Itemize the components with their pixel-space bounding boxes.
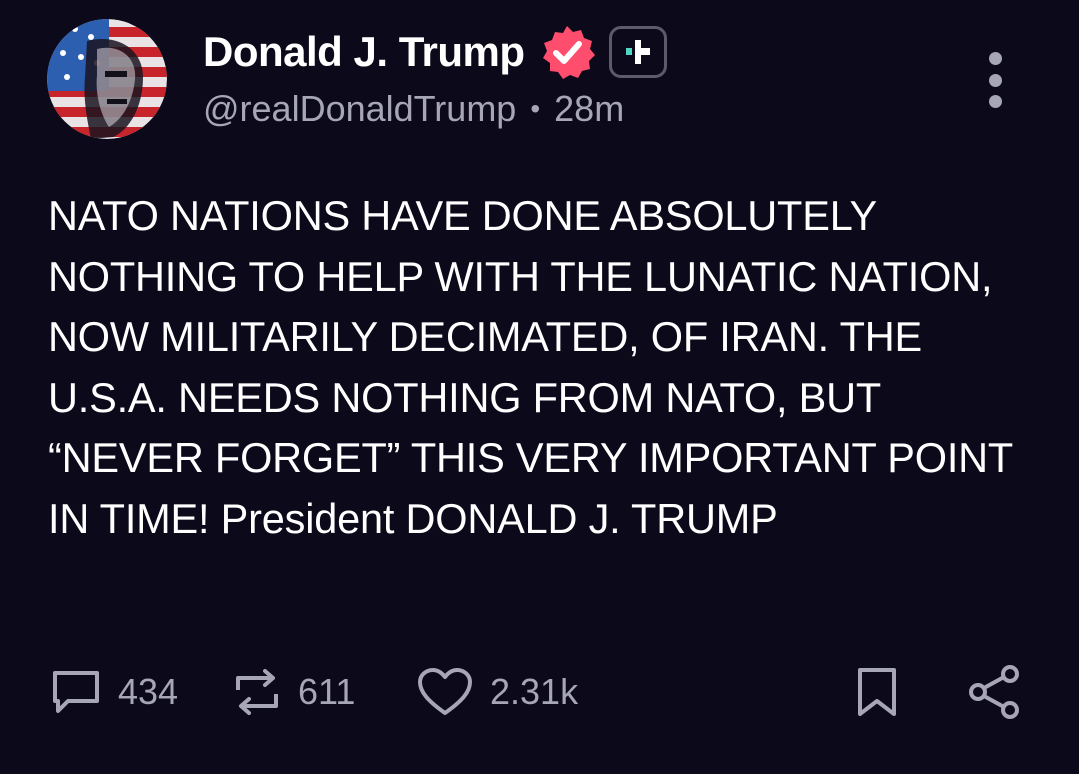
author-display-name[interactable]: Donald J. Trump — [203, 26, 525, 78]
reply-count: 434 — [118, 671, 179, 712]
heart-icon — [418, 668, 472, 715]
author-meta: @realDonaldTrump • 28m — [203, 86, 624, 132]
avatar[interactable] — [47, 19, 167, 139]
follow-button[interactable] — [608, 26, 667, 78]
more-dot-icon — [988, 52, 1002, 65]
more-dot-icon — [988, 73, 1002, 87]
bookmark-icon — [858, 668, 896, 716]
more-options-button[interactable] — [972, 52, 1018, 108]
share-icon — [969, 665, 1019, 719]
reply-button[interactable]: 434 — [50, 660, 178, 724]
post-card: Donald J. Trump @realDonaldTrump • 28m N… — [0, 0, 1079, 774]
bookmark-button[interactable] — [854, 660, 900, 724]
repost-count: 611 — [298, 671, 356, 712]
comment-icon — [53, 671, 99, 713]
post-timestamp[interactable]: 28m — [554, 88, 624, 130]
follow-plus-icon — [625, 40, 650, 64]
repost-icon — [236, 669, 278, 715]
author-handle[interactable]: @realDonaldTrump — [203, 88, 516, 130]
avatar-image — [47, 19, 167, 139]
repost-button[interactable]: 611 — [232, 660, 355, 724]
like-count: 2.31k — [490, 671, 579, 712]
action-bar: 434 611 2.31k — [0, 660, 1079, 724]
like-button[interactable]: 2.31k — [416, 660, 578, 724]
author-row: Donald J. Trump — [203, 26, 667, 79]
post-body-text: NATO NATIONS HAVE DONE ABSOLUTELY NOTHIN… — [48, 192, 1013, 542]
share-button[interactable] — [966, 660, 1022, 724]
verified-badge-icon — [542, 26, 595, 79]
more-dot-icon — [988, 95, 1002, 108]
meta-separator: • — [530, 93, 541, 124]
